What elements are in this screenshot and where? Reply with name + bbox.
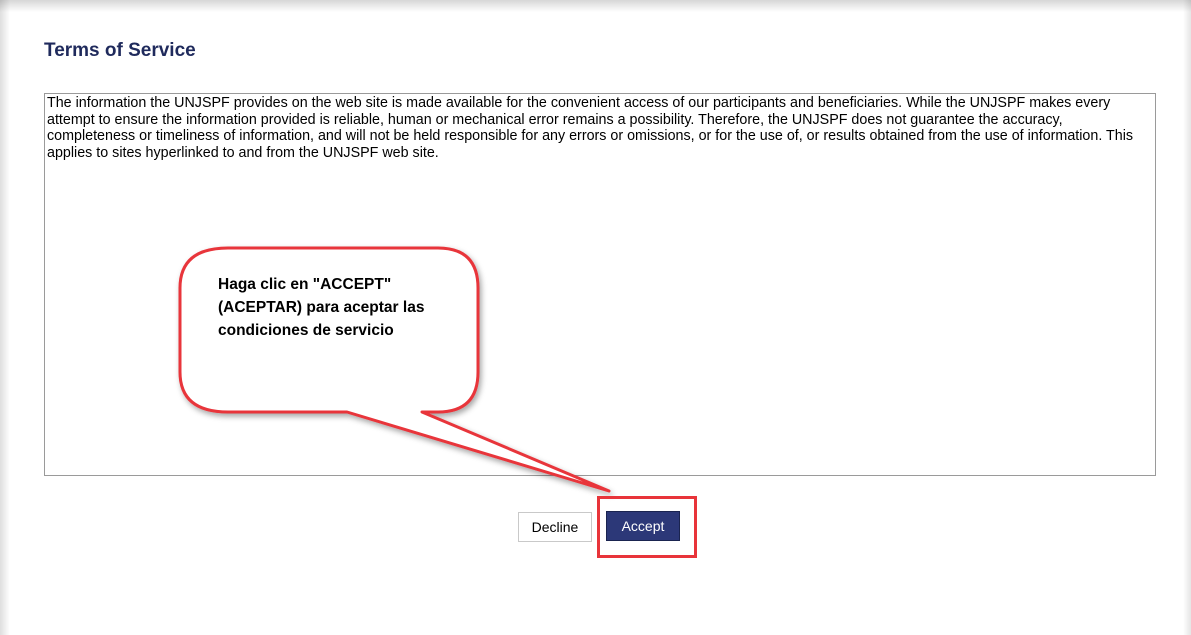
callout-text: Haga clic en "ACCEPT" (ACEPTAR) para ace…: [218, 276, 425, 339]
terms-text-box[interactable]: The information the UNJSPF provides on t…: [44, 93, 1156, 476]
accept-button[interactable]: Accept: [606, 511, 680, 541]
right-shadow: [1183, 0, 1191, 635]
left-shadow: [0, 0, 10, 635]
page: Terms of Service The information the UNJ…: [0, 0, 1191, 635]
decline-button[interactable]: Decline: [518, 512, 592, 542]
page-title: Terms of Service: [44, 40, 196, 61]
terms-text: The information the UNJSPF provides on t…: [47, 95, 1134, 161]
top-shadow: [0, 0, 1191, 12]
